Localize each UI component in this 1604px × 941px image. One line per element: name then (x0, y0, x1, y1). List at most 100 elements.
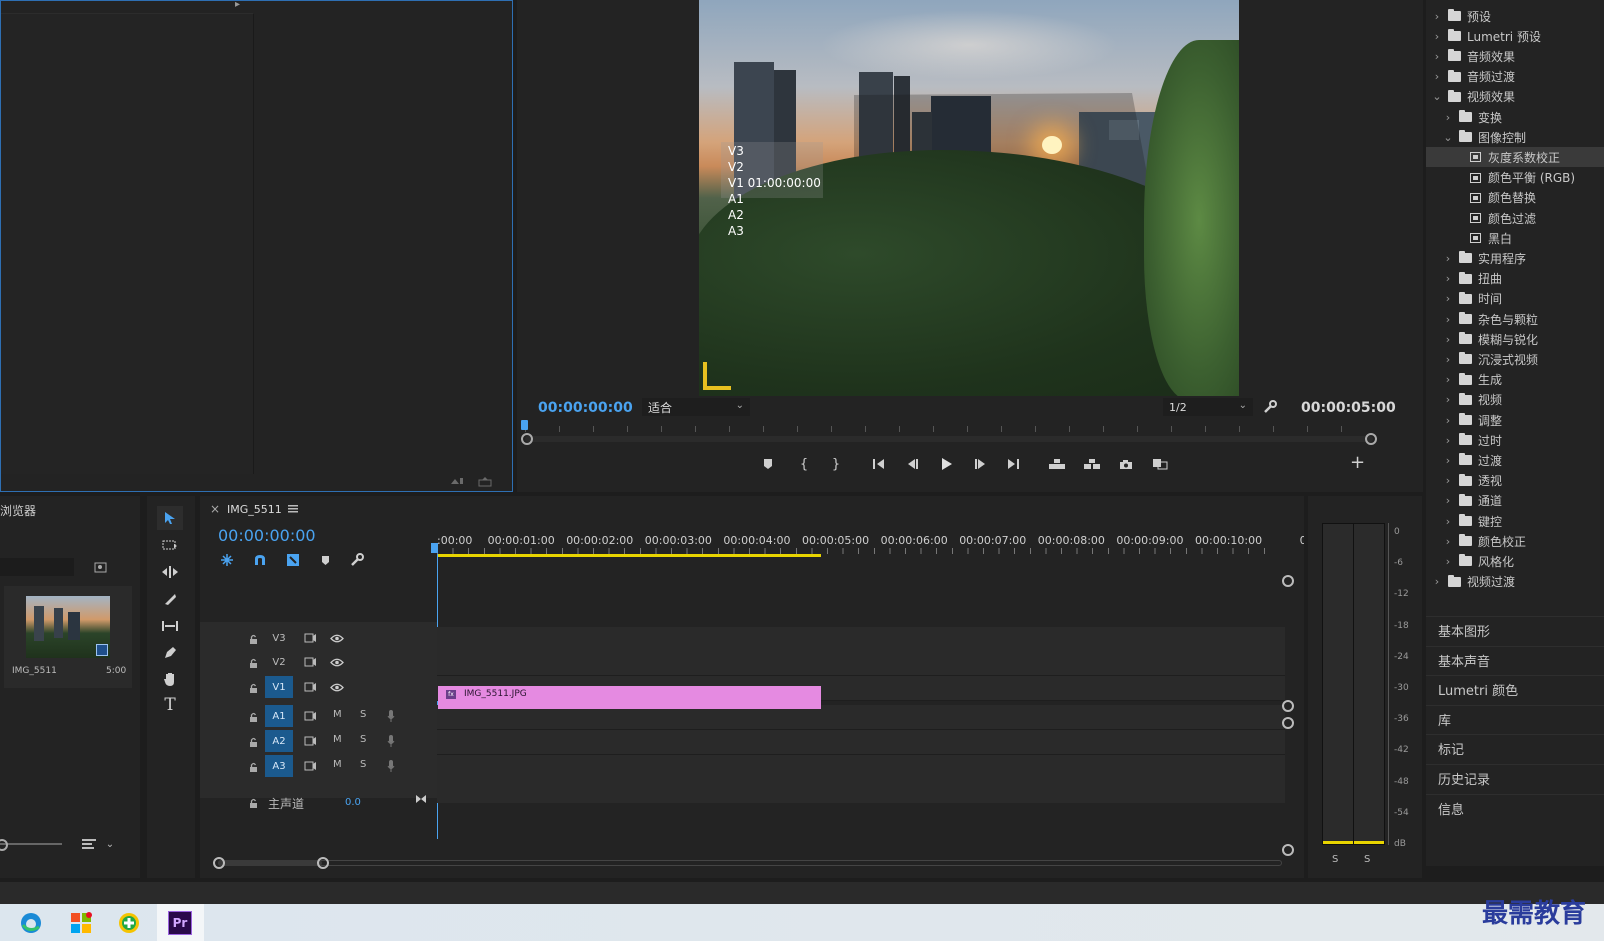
effect-folder[interactable]: › 风格化 (1426, 551, 1604, 571)
timeline-tab-title[interactable]: IMG_5511 (227, 503, 282, 516)
vscroll-handle-mid2[interactable] (1282, 717, 1294, 729)
effect-folder[interactable]: ⌄ 图像控制 (1426, 127, 1604, 147)
effect-folder[interactable]: ⌄ 视频效果 (1426, 87, 1604, 107)
ripple-edit-tool-icon[interactable] (157, 561, 183, 583)
lock-icon[interactable] (246, 760, 260, 774)
step-back-icon[interactable] (903, 455, 921, 473)
razor-tool-icon[interactable] (157, 588, 183, 610)
chevron-right-icon[interactable]: › (1443, 535, 1453, 548)
effect-folder[interactable]: › 扭曲 (1426, 269, 1604, 289)
program-timecode-current[interactable]: 00:00:00:00 (538, 400, 633, 416)
resolution-select[interactable]: 1/2 ⌄ (1163, 398, 1253, 416)
eye-icon[interactable] (328, 679, 346, 695)
eye-icon[interactable] (328, 630, 346, 646)
effect-folder[interactable]: › 变换 (1426, 107, 1604, 127)
chevron-right-icon[interactable]: › (1443, 474, 1453, 487)
edge-browser-icon[interactable] (18, 910, 44, 936)
chevron-down-icon[interactable]: ⌄ (1443, 131, 1453, 144)
microphone-icon[interactable] (384, 758, 398, 774)
track-target-v2[interactable]: V2 (265, 651, 293, 673)
effect-folder[interactable]: › 模糊与锐化 (1426, 329, 1604, 349)
slip-tool-icon[interactable] (157, 615, 183, 637)
chevron-down-icon[interactable]: ⌄ (104, 836, 116, 852)
timeline-timecode[interactable]: 00:00:00:00 (218, 526, 316, 545)
video-clip[interactable]: fx IMG_5511.JPG (438, 686, 821, 709)
chevron-down-icon[interactable]: ⌄ (1432, 90, 1442, 103)
button-editor-add[interactable]: + (1350, 452, 1365, 473)
side-panel-item[interactable]: Lumetri 颜色 (1426, 675, 1604, 703)
track-target-a2[interactable]: A2 (265, 730, 293, 752)
effect-folder[interactable]: › 键控 (1426, 511, 1604, 531)
solo-button[interactable]: S (360, 709, 366, 720)
premiere-taskbar-item[interactable]: Pr (157, 904, 204, 941)
list-view-icon[interactable] (80, 836, 98, 852)
mark-in-icon[interactable]: { (795, 455, 813, 473)
chevron-right-icon[interactable]: › (1432, 50, 1442, 63)
lock-icon[interactable] (246, 796, 260, 810)
effect-folder[interactable]: › 过时 (1426, 430, 1604, 450)
clip-thumbnail[interactable] (26, 596, 110, 658)
go-to-in-icon[interactable] (870, 455, 888, 473)
effect-item[interactable]: 黑白 (1426, 228, 1604, 248)
project-search-input[interactable] (0, 558, 74, 576)
pen-tool-icon[interactable] (157, 642, 183, 664)
snap-magnet-icon[interactable] (251, 552, 269, 568)
effect-folder[interactable]: › 颜色校正 (1426, 531, 1604, 551)
effect-folder[interactable]: › 音频效果 (1426, 46, 1604, 66)
mute-button[interactable]: M (333, 759, 342, 770)
vscroll-handle-mid[interactable] (1282, 700, 1294, 712)
add-marker-icon[interactable] (759, 455, 777, 473)
thumbnail-zoom-slider[interactable] (0, 843, 62, 845)
chevron-right-icon[interactable]: › (1443, 272, 1453, 285)
search-bin-icon[interactable] (91, 558, 109, 576)
fit-select[interactable]: 适合 ⌄ (642, 398, 750, 416)
sync-lock-icon[interactable] (302, 758, 318, 774)
effect-folder[interactable]: › 实用程序 (1426, 248, 1604, 268)
share-icon[interactable] (477, 474, 493, 488)
effect-folder[interactable]: › 视频 (1426, 390, 1604, 410)
audio-track-lane[interactable] (437, 755, 1285, 780)
effect-folder[interactable]: › 通道 (1426, 491, 1604, 511)
effect-folder[interactable]: › 预设 (1426, 6, 1604, 26)
lock-icon[interactable] (246, 632, 260, 646)
effect-folder[interactable]: › 音频过渡 (1426, 67, 1604, 87)
track-target-v3[interactable]: V3 (265, 627, 293, 649)
timeline-scroll-thumb[interactable] (218, 860, 322, 866)
panel-menu-icon[interactable] (286, 502, 300, 516)
sync-lock-icon[interactable] (302, 654, 318, 670)
effect-item[interactable]: 灰度系数校正 (1426, 147, 1604, 168)
store-app-icon[interactable] (68, 910, 94, 936)
chevron-right-icon[interactable]: › (1443, 454, 1453, 467)
effect-folder[interactable]: › 调整 (1426, 410, 1604, 430)
project-item-card[interactable]: IMG_5511 5:00 (4, 586, 132, 688)
chevron-right-icon[interactable]: › (1443, 252, 1453, 265)
zoom-scroll-bar[interactable] (525, 436, 1373, 442)
chevron-right-icon[interactable]: › (1443, 434, 1453, 447)
chevron-right-icon[interactable]: › (1443, 393, 1453, 406)
effect-item[interactable]: 颜色平衡 (RGB) (1426, 168, 1604, 188)
play-icon[interactable] (937, 454, 957, 474)
lock-icon[interactable] (246, 735, 260, 749)
vscroll-handle-bottom[interactable] (1282, 844, 1294, 856)
effect-folder[interactable]: › 生成 (1426, 370, 1604, 390)
hand-tool-icon[interactable] (157, 668, 183, 690)
side-panel-item[interactable]: 历史记录 (1426, 764, 1604, 792)
mute-button[interactable]: M (333, 734, 342, 745)
scroll-handle-left[interactable] (213, 857, 225, 869)
effect-folder[interactable]: › 透视 (1426, 471, 1604, 491)
lock-icon[interactable] (246, 710, 260, 724)
sync-lock-icon[interactable] (302, 708, 318, 724)
chevron-right-icon[interactable]: › (1443, 333, 1453, 346)
lift-icon[interactable] (1047, 455, 1067, 473)
lock-icon[interactable] (246, 656, 260, 670)
timeline-scroll-bar[interactable] (218, 860, 1282, 866)
source-scroll-arrow[interactable]: ▸ (235, 1, 240, 10)
effect-folder[interactable]: › 过渡 (1426, 450, 1604, 470)
chevron-right-icon[interactable]: › (1443, 373, 1453, 386)
wrench-icon[interactable] (348, 552, 366, 568)
master-volume-value[interactable]: 0.0 (345, 797, 361, 808)
work-area-bar[interactable] (437, 554, 821, 557)
track-target-a3[interactable]: A3 (265, 755, 293, 777)
mark-out-icon[interactable]: } (827, 455, 845, 473)
video-track-lane[interactable] (437, 627, 1285, 652)
